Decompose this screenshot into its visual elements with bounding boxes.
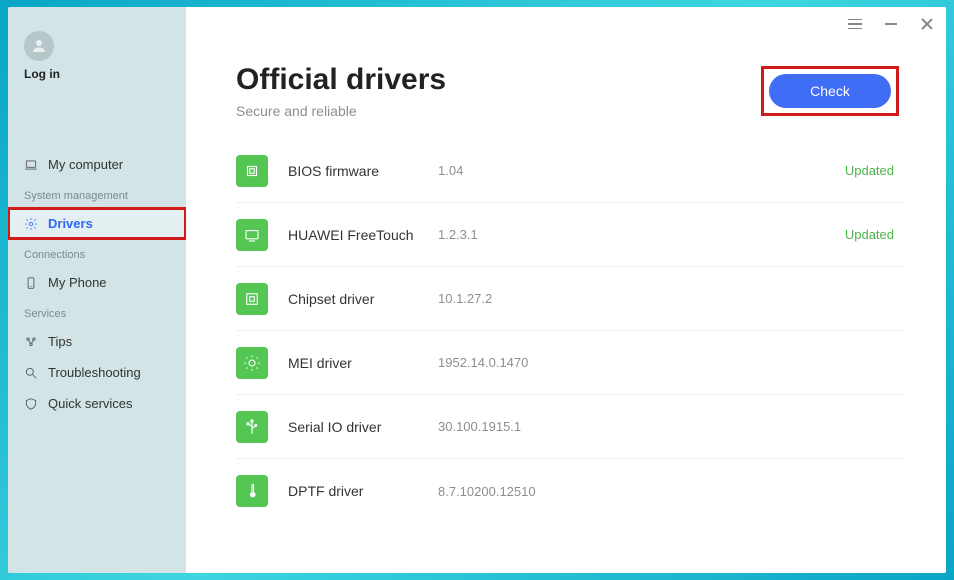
sidebar-group-system-management: System management <box>8 180 186 208</box>
driver-row-dptf[interactable]: DPTF driver 8.7.10200.12510 <box>236 459 904 523</box>
check-button-highlight: Check <box>764 69 896 113</box>
sidebar: Log in My computer System management Dri… <box>8 7 186 573</box>
driver-row-mei[interactable]: MEI driver 1952.14.0.1470 <box>236 331 904 395</box>
close-icon[interactable] <box>918 15 936 33</box>
driver-version: 8.7.10200.12510 <box>438 484 894 499</box>
page-subtitle: Secure and reliable <box>236 103 446 119</box>
login-label[interactable]: Log in <box>24 67 170 81</box>
sidebar-item-label: Troubleshooting <box>48 365 141 380</box>
driver-row-bios[interactable]: BIOS firmware 1.04 Updated <box>236 139 904 203</box>
phone-icon <box>24 276 38 290</box>
driver-name: MEI driver <box>288 355 438 371</box>
driver-list[interactable]: BIOS firmware 1.04 Updated HUAWEI FreeTo… <box>186 129 938 573</box>
sparkle-icon <box>24 335 38 349</box>
driver-name: BIOS firmware <box>288 163 438 179</box>
sidebar-item-my-computer[interactable]: My computer <box>8 149 186 180</box>
check-button[interactable]: Check <box>769 74 891 108</box>
monitor-icon <box>236 219 268 251</box>
main-content: Official drivers Secure and reliable Che… <box>186 7 946 573</box>
window-controls <box>846 15 936 33</box>
profile-area[interactable]: Log in <box>8 25 186 99</box>
chip-icon <box>236 155 268 187</box>
sidebar-item-label: Quick services <box>48 396 133 411</box>
driver-version: 30.100.1915.1 <box>438 419 894 434</box>
driver-row-freetouch[interactable]: HUAWEI FreeTouch 1.2.3.1 Updated <box>236 203 904 267</box>
menu-icon[interactable] <box>846 15 864 33</box>
sidebar-item-tips[interactable]: Tips <box>8 326 186 357</box>
shield-icon <box>24 397 38 411</box>
sidebar-item-label: Tips <box>48 334 72 349</box>
driver-name: Chipset driver <box>288 291 438 307</box>
driver-version: 10.1.27.2 <box>438 291 894 306</box>
driver-name: DPTF driver <box>288 483 438 499</box>
laptop-icon <box>24 158 38 172</box>
driver-version: 1952.14.0.1470 <box>438 355 894 370</box>
sidebar-item-label: My computer <box>48 157 123 172</box>
square-icon <box>236 283 268 315</box>
gear-icon <box>24 217 38 231</box>
sidebar-item-drivers[interactable]: Drivers <box>8 208 186 239</box>
driver-status: Updated <box>845 227 904 242</box>
sidebar-item-label: Drivers <box>48 216 93 231</box>
avatar-icon <box>24 31 54 61</box>
sidebar-group-connections: Connections <box>8 239 186 267</box>
driver-name: Serial IO driver <box>288 419 438 435</box>
sidebar-item-label: My Phone <box>48 275 107 290</box>
driver-row-serial-io[interactable]: Serial IO driver 30.100.1915.1 <box>236 395 904 459</box>
sidebar-item-my-phone[interactable]: My Phone <box>8 267 186 298</box>
sidebar-item-quick-services[interactable]: Quick services <box>8 388 186 419</box>
driver-version: 1.04 <box>438 163 845 178</box>
sidebar-group-services: Services <box>8 298 186 326</box>
usb-icon <box>236 411 268 443</box>
driver-version: 1.2.3.1 <box>438 227 845 242</box>
cog-icon <box>236 347 268 379</box>
page-title: Official drivers <box>236 63 446 97</box>
page-header: Official drivers Secure and reliable Che… <box>186 7 946 129</box>
driver-status: Updated <box>845 163 904 178</box>
search-icon <box>24 366 38 380</box>
driver-name: HUAWEI FreeTouch <box>288 227 438 243</box>
app-window: Log in My computer System management Dri… <box>8 7 946 573</box>
sidebar-item-troubleshooting[interactable]: Troubleshooting <box>8 357 186 388</box>
minimize-icon[interactable] <box>882 15 900 33</box>
driver-row-chipset[interactable]: Chipset driver 10.1.27.2 <box>236 267 904 331</box>
thermometer-icon <box>236 475 268 507</box>
